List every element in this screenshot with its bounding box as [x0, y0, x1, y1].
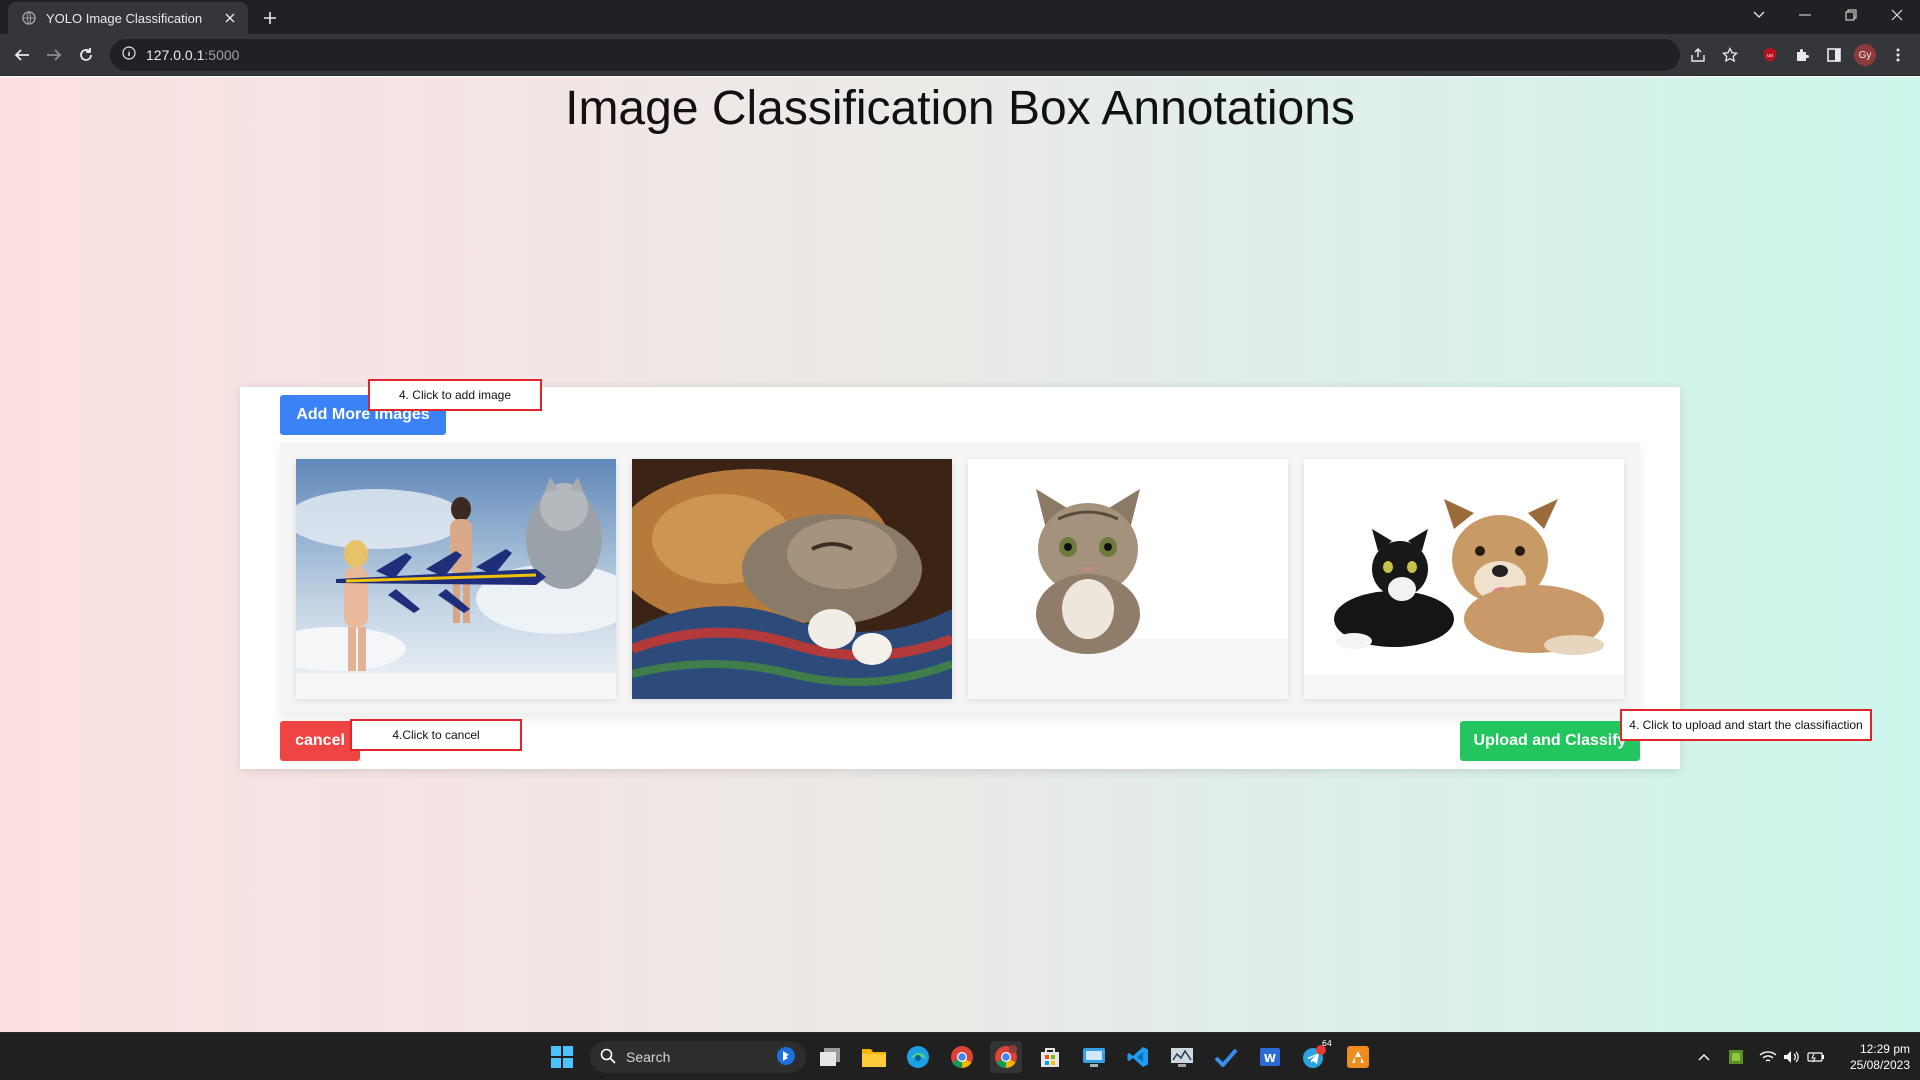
page-title: Image Classification Box Annotations: [565, 82, 1355, 135]
bing-icon[interactable]: [776, 1046, 796, 1069]
remote-desktop-icon[interactable]: [1078, 1041, 1110, 1073]
bookmark-star-icon[interactable]: [1718, 43, 1742, 67]
clock-date: 25/08/2023: [1849, 1058, 1910, 1072]
wifi-icon[interactable]: [1758, 1045, 1778, 1069]
tab-search-icon[interactable]: [1736, 0, 1782, 30]
nvidia-tray-icon[interactable]: [1726, 1045, 1746, 1069]
browser-toolbar: 127.0.0.1:5000 uo Gy: [0, 34, 1920, 76]
cancel-button[interactable]: cancel: [280, 721, 360, 761]
dog-cat-sleeping-image: [632, 459, 952, 699]
telegram-badge: 64: [1321, 1039, 1332, 1048]
image-preview: [632, 459, 952, 699]
windows-taskbar: Search W 64 12:29 pm 25/08/2023: [0, 1032, 1920, 1080]
tabby-kitten-image: [968, 459, 1288, 699]
reload-icon[interactable]: [72, 41, 100, 69]
image-preview: [968, 459, 1288, 699]
search-label: Search: [626, 1049, 671, 1065]
restore-icon[interactable]: [1828, 0, 1874, 30]
forward-icon[interactable]: [40, 41, 68, 69]
globe-icon: [22, 11, 36, 25]
url-text: 127.0.0.1:5000: [146, 47, 240, 63]
side-panel-icon[interactable]: [1822, 43, 1846, 67]
close-tab-icon[interactable]: [222, 10, 238, 26]
image-preview-gallery: [280, 443, 1640, 713]
new-tab-button[interactable]: [258, 6, 282, 30]
info-icon[interactable]: [122, 45, 136, 65]
battery-icon[interactable]: [1806, 1045, 1826, 1069]
windows-start-icon[interactable]: [546, 1041, 578, 1073]
telegram-icon[interactable]: 64: [1298, 1039, 1332, 1073]
show-hidden-icons-icon[interactable]: [1694, 1045, 1714, 1069]
back-icon[interactable]: [8, 41, 36, 69]
edge-icon[interactable]: [902, 1041, 934, 1073]
svg-text:uo: uo: [1767, 53, 1773, 59]
close-window-icon[interactable]: [1874, 0, 1920, 30]
address-bar[interactable]: 127.0.0.1:5000: [110, 39, 1680, 71]
chrome-profile-icon[interactable]: [990, 1041, 1022, 1073]
upload-and-classify-button[interactable]: Upload and Classify: [1460, 721, 1640, 761]
ublock-icon[interactable]: uo: [1758, 43, 1782, 67]
tab-title: YOLO Image Classification: [46, 10, 203, 26]
annotation-cancel: 4.Click to cancel: [350, 719, 522, 751]
chrome-icon[interactable]: [946, 1041, 978, 1073]
annotation-upload: 4. Click to upload and start the classif…: [1620, 709, 1872, 741]
page-viewport: Image Classification Box Annotations Add…: [0, 77, 1920, 1032]
system-clock[interactable]: 12:29 pm 25/08/2023: [1830, 1041, 1910, 1073]
task-view-icon[interactable]: [814, 1041, 846, 1073]
word-icon[interactable]: W: [1254, 1041, 1286, 1073]
volume-icon[interactable]: [1782, 1045, 1802, 1069]
browser-tab[interactable]: YOLO Image Classification: [8, 2, 248, 34]
search-icon: [600, 1048, 616, 1067]
upload-card: Add More Images cancel Upload and Classi…: [240, 387, 1680, 769]
clock-time: 12:29 pm: [1859, 1042, 1910, 1056]
microsoft-store-icon[interactable]: [1034, 1041, 1066, 1073]
orange-app-icon[interactable]: [1342, 1041, 1374, 1073]
share-icon[interactable]: [1686, 43, 1710, 67]
collage-image: [296, 459, 616, 699]
vscode-icon[interactable]: [1122, 1041, 1154, 1073]
profile-avatar[interactable]: Gy: [1854, 44, 1876, 66]
image-preview: [1304, 459, 1624, 699]
annotation-add-image: 4. Click to add image: [368, 379, 542, 411]
image-preview: [296, 459, 616, 699]
file-explorer-icon[interactable]: [858, 1041, 890, 1073]
svg-text:W: W: [1264, 1052, 1276, 1065]
monitor-app-icon[interactable]: [1166, 1041, 1198, 1073]
browser-tab-bar: YOLO Image Classification: [0, 0, 1920, 34]
minimize-icon[interactable]: [1782, 0, 1828, 30]
taskbar-search-box[interactable]: Search: [590, 1041, 806, 1073]
extensions-puzzle-icon[interactable]: [1790, 43, 1814, 67]
menu-kebab-icon[interactable]: [1886, 43, 1910, 67]
todo-check-icon[interactable]: [1210, 1041, 1242, 1073]
cat-and-dog-image: [1304, 459, 1624, 699]
